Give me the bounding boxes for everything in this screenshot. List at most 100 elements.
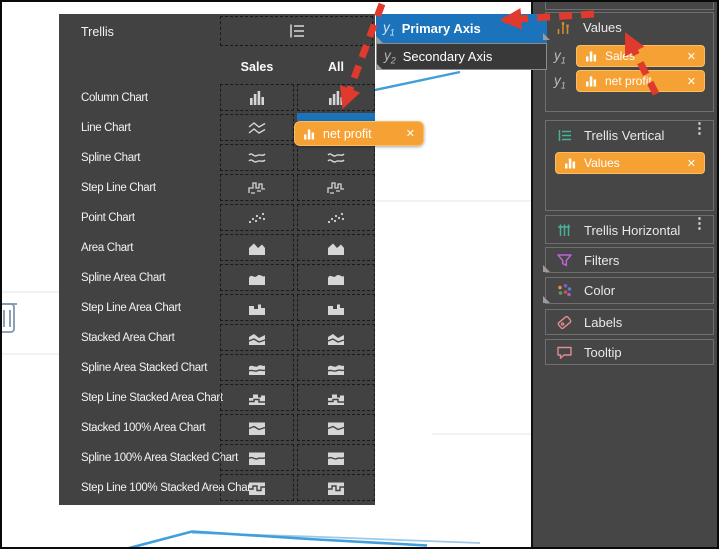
step-line-stacked-area-chart-icon xyxy=(324,390,348,406)
cell-sales-step-line-stacked-area-chart[interactable] xyxy=(220,384,294,411)
stacked-area-chart-icon xyxy=(245,330,269,346)
menu-item-label: Secondary Axis xyxy=(403,49,493,64)
section-title: Labels xyxy=(584,315,622,330)
cell-all-stacked-100-area-chart[interactable] xyxy=(297,414,375,441)
spline-area-stacked-chart-icon xyxy=(245,360,269,376)
y2-prefix: y2 xyxy=(384,48,396,66)
cell-sales-step-line-100-stacked-area-chart[interactable] xyxy=(220,474,294,501)
cell-all-spline-100-area-stacked-chart[interactable] xyxy=(297,444,375,471)
field-chip-net-profit[interactable]: net profit ✕ xyxy=(576,70,705,92)
point-chart-icon xyxy=(324,210,348,226)
cell-sales-line-chart[interactable] xyxy=(220,114,294,141)
measure-bars-icon xyxy=(564,157,577,169)
y1-prefix: y1 xyxy=(383,20,395,38)
field-chip-values[interactable]: Values ✕ xyxy=(555,152,705,174)
y1-prefix: y1 xyxy=(554,73,566,91)
screenshot-frame: Trellis Sales All Column ChartLine Chart… xyxy=(0,0,719,549)
column-header-sales: Sales xyxy=(220,60,294,74)
cell-all-spline-area-stacked-chart[interactable] xyxy=(297,354,375,381)
chart-type-row: Step Line 100% Stacked Area Chart xyxy=(59,474,375,501)
corner-grip xyxy=(376,63,383,70)
remove-field-icon[interactable]: ✕ xyxy=(406,127,415,140)
section-menu-icon[interactable]: ⋮ xyxy=(692,124,707,134)
area-chart-icon xyxy=(245,240,269,256)
trellis-horizontal-title: Trellis Horizontal xyxy=(584,223,680,238)
corner-grip xyxy=(543,33,550,40)
cell-sales-spline-area-stacked-chart[interactable] xyxy=(220,354,294,381)
step-line-stacked-area-chart-icon xyxy=(245,390,269,406)
chart-type-label: Area Chart xyxy=(81,242,133,254)
chart-type-label: Step Line Stacked Area Chart xyxy=(81,392,223,404)
chart-type-label: Line Chart xyxy=(81,122,131,134)
trellis-horizontal-section[interactable]: Trellis Horizontal ⋮ xyxy=(545,215,714,244)
step-line-chart-icon xyxy=(324,180,348,196)
line-chart-icon xyxy=(245,120,269,136)
labels-icon xyxy=(556,315,573,330)
cell-sales-step-line-area-chart[interactable] xyxy=(220,294,294,321)
chart-type-row: Stacked 100% Area Chart xyxy=(59,414,375,441)
section-color[interactable]: Color xyxy=(545,277,714,304)
measure-bars-icon xyxy=(585,75,598,87)
corner-grip xyxy=(543,265,550,272)
chart-type-row: Spline Area Chart xyxy=(59,264,375,291)
chart-type-row: Stacked Area Chart xyxy=(59,324,375,351)
area-chart-icon xyxy=(324,240,348,256)
dragged-chip-net-profit[interactable]: net profit ✕ xyxy=(294,121,424,146)
cell-sales-stacked-100-area-chart[interactable] xyxy=(220,414,294,441)
field-chip-label: Values xyxy=(584,156,620,170)
chart-type-row: Spline Chart xyxy=(59,144,375,171)
point-chart-icon xyxy=(245,210,269,226)
column-chart-icon xyxy=(324,90,348,106)
cell-all-column-chart[interactable] xyxy=(297,84,375,111)
chart-type-label: Spline 100% Area Stacked Chart xyxy=(81,452,238,464)
menu-item-secondary-axis[interactable]: y2 Secondary Axis xyxy=(376,43,547,70)
menu-item-label: Primary Axis xyxy=(402,21,481,36)
trash-icon[interactable] xyxy=(2,304,17,332)
chart-type-row: Column Chart xyxy=(59,84,375,111)
section-tooltip[interactable]: Tooltip xyxy=(545,339,714,365)
column-header-all: All xyxy=(297,60,375,74)
remove-field-icon[interactable]: ✕ xyxy=(687,157,696,170)
menu-item-primary-axis[interactable]: y1 Primary Axis xyxy=(376,14,547,43)
cell-sales-stacked-area-chart[interactable] xyxy=(220,324,294,351)
spline-area-chart-icon xyxy=(324,270,348,286)
chart-type-row: Point Chart xyxy=(59,204,375,231)
cell-all-step-line-100-stacked-area-chart[interactable] xyxy=(297,474,375,501)
cell-all-step-line-area-chart[interactable] xyxy=(297,294,375,321)
tooltip-icon xyxy=(556,345,573,360)
remove-field-icon[interactable]: ✕ xyxy=(687,50,696,63)
chart-line-light xyxy=(192,533,480,543)
field-chip-sales[interactable]: Sales ✕ xyxy=(576,45,705,67)
cell-sales-spline-area-chart[interactable] xyxy=(220,264,294,291)
cell-all-step-line-chart[interactable] xyxy=(297,174,375,201)
section-filters[interactable]: Filters xyxy=(545,247,714,273)
section-labels[interactable]: Labels xyxy=(545,309,714,335)
cell-all-spline-chart[interactable] xyxy=(297,144,375,171)
chart-line-segment xyxy=(114,532,427,549)
cell-sales-area-chart[interactable] xyxy=(220,234,294,261)
cell-sales-spline-100-area-stacked-chart[interactable] xyxy=(220,444,294,471)
cell-all-point-chart[interactable] xyxy=(297,204,375,231)
cell-all-area-chart[interactable] xyxy=(297,234,375,261)
chart-type-label: Step Line Area Chart xyxy=(81,302,181,314)
cell-sales-spline-chart[interactable] xyxy=(220,144,294,171)
chart-line-segment xyxy=(375,72,460,90)
step-line-area-chart-icon xyxy=(324,300,348,316)
section-menu-icon[interactable]: ⋮ xyxy=(692,219,707,229)
chart-type-row: Step Line Area Chart xyxy=(59,294,375,321)
spline-area-chart-icon xyxy=(245,270,269,286)
cell-sales-point-chart[interactable] xyxy=(220,204,294,231)
section-title: Tooltip xyxy=(584,345,622,360)
remove-field-icon[interactable]: ✕ xyxy=(687,75,696,88)
trellis-button[interactable] xyxy=(220,16,373,46)
drop-indicator xyxy=(297,113,375,121)
cell-all-spline-area-chart[interactable] xyxy=(297,264,375,291)
cell-all-step-line-stacked-area-chart[interactable] xyxy=(297,384,375,411)
cell-all-stacked-area-chart[interactable] xyxy=(297,324,375,351)
cell-sales-step-line-chart[interactable] xyxy=(220,174,294,201)
chart-type-label: Spline Chart xyxy=(81,152,140,164)
values-section-title: Values xyxy=(583,20,622,35)
cell-sales-column-chart[interactable] xyxy=(220,84,294,111)
chart-type-row: Spline Area Stacked Chart xyxy=(59,354,375,381)
spline-area-stacked-chart-icon xyxy=(324,360,348,376)
